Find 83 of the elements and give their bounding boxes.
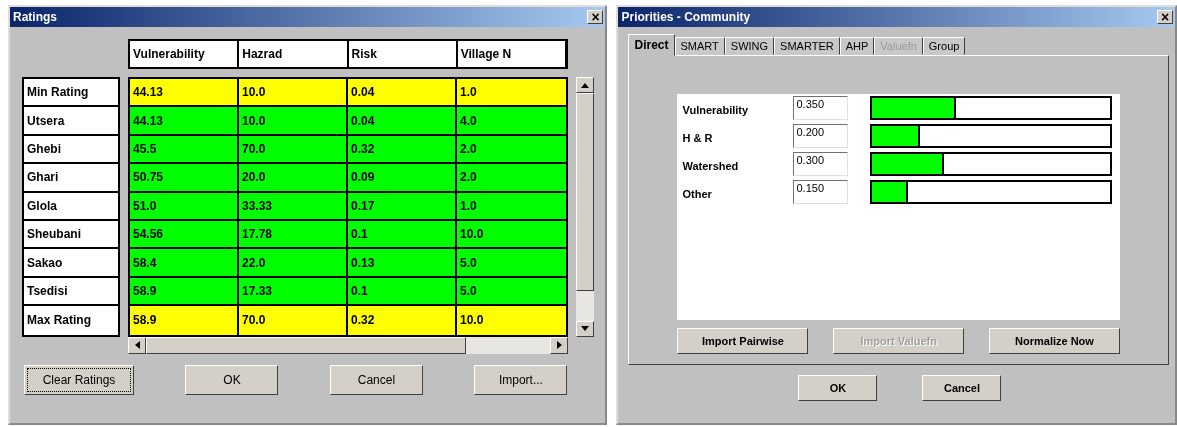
table-cell: 70.0 bbox=[239, 306, 348, 335]
tab[interactable]: SMARTER bbox=[774, 37, 840, 55]
table-cell: 44.13 bbox=[130, 107, 239, 134]
table-cell-text: 4.0 bbox=[459, 112, 478, 130]
tab[interactable]: SWING bbox=[724, 37, 775, 55]
weight-field[interactable]: 0.350 bbox=[793, 96, 849, 120]
tab[interactable]: AHP bbox=[839, 37, 875, 55]
close-button[interactable]: × bbox=[587, 10, 604, 24]
table-cell: 10.0 bbox=[239, 107, 348, 134]
table-cell: 0.32 bbox=[348, 306, 457, 335]
table-cell: 58.9 bbox=[130, 277, 239, 305]
table-cell-text: 5.0 bbox=[459, 254, 478, 272]
table-cell: 17.78 bbox=[239, 220, 348, 248]
dialog-button[interactable]: Cancel bbox=[329, 364, 423, 395]
tab[interactable]: Group bbox=[922, 37, 966, 55]
table-cell: 0.13 bbox=[348, 249, 457, 276]
table-cell: 0.32 bbox=[348, 135, 457, 163]
dialog-button[interactable]: Clear Ratings bbox=[24, 364, 134, 395]
table-cell-text: 10.0 bbox=[459, 226, 485, 244]
table-cell: 51.0 bbox=[130, 192, 239, 219]
table-cell: 45.5 bbox=[130, 135, 239, 163]
row-header: Utsera bbox=[24, 107, 118, 136]
scroll-down-button[interactable] bbox=[576, 320, 594, 337]
criterion-label: Vulnerability bbox=[682, 103, 750, 116]
table-cell: 58.9 bbox=[130, 306, 239, 335]
table-cell: 44.13 bbox=[130, 79, 239, 106]
window-title: Ratings bbox=[13, 10, 57, 24]
table-cell: 0.1 bbox=[348, 220, 457, 248]
table-cell-text: 1.0 bbox=[459, 84, 478, 102]
row-header: Max Rating bbox=[26, 312, 92, 330]
table-cell: 17.33 bbox=[239, 277, 348, 305]
table-cell: 0.1 bbox=[348, 277, 457, 305]
row-header: Sakao bbox=[24, 249, 118, 278]
table-cell: 70.0 bbox=[239, 135, 348, 163]
tab[interactable]: Direct bbox=[628, 34, 675, 56]
column-header: Village N bbox=[457, 41, 567, 67]
table-cell: 20.0 bbox=[239, 164, 348, 191]
criterion-label: Other bbox=[682, 187, 713, 200]
vertical-scrollbar[interactable] bbox=[576, 77, 594, 337]
panel-button[interactable]: Import Pairwise bbox=[677, 328, 809, 354]
column-header: Risk bbox=[348, 41, 458, 67]
table-cell-text: 2.0 bbox=[459, 169, 478, 187]
weight-field[interactable]: 0.150 bbox=[793, 180, 849, 204]
table-cell: 50.75 bbox=[130, 164, 239, 191]
table-cell-text: 2.0 bbox=[459, 140, 478, 158]
close-button[interactable]: × bbox=[1157, 10, 1173, 24]
weight-field[interactable]: 0.300 bbox=[793, 152, 849, 176]
up-arrow-icon bbox=[581, 82, 589, 88]
dialog-button[interactable]: Import... bbox=[474, 364, 568, 395]
table-cell: 0.09 bbox=[348, 164, 457, 191]
tab[interactable]: SMART bbox=[674, 37, 725, 55]
row-header: Min Rating bbox=[24, 79, 118, 108]
table-cell-text: 1.0 bbox=[459, 197, 478, 215]
row-header: Ghari bbox=[24, 164, 118, 193]
row-header: Ghebi bbox=[24, 135, 118, 165]
table-cell: 0.04 bbox=[348, 79, 457, 106]
table-cell: 10.0 bbox=[239, 79, 348, 106]
table-cell: 58.4 bbox=[130, 249, 239, 276]
table-cell: 0.04 bbox=[348, 107, 457, 134]
column-header: Vulnerability bbox=[130, 41, 240, 67]
weight-field[interactable]: 0.200 bbox=[793, 124, 849, 148]
table-cell: 22.0 bbox=[239, 249, 348, 276]
column-header: Hazrad bbox=[239, 41, 349, 67]
table-cell-text: 5.0 bbox=[459, 282, 478, 300]
down-arrow-icon bbox=[581, 326, 589, 331]
dialog-button[interactable]: OK bbox=[185, 364, 279, 395]
dialog-button[interactable]: OK bbox=[798, 375, 878, 401]
dialog-button[interactable]: Cancel bbox=[922, 375, 1002, 401]
table-cell: 33.33 bbox=[239, 192, 348, 219]
row-header: Glola bbox=[24, 192, 118, 221]
row-header: Sheubani bbox=[24, 220, 118, 250]
scroll-thumb[interactable] bbox=[576, 93, 594, 291]
scroll-up-button[interactable] bbox=[576, 77, 594, 93]
table-cell: 54.56 bbox=[130, 220, 239, 248]
row-header: Tsedisi bbox=[24, 277, 118, 307]
table-cell: 0.17 bbox=[348, 192, 457, 219]
left-arrow-icon bbox=[134, 341, 140, 349]
criterion-label: H & R bbox=[682, 131, 714, 144]
criterion-label: Watershed bbox=[682, 159, 740, 172]
panel-button[interactable]: Normalize Now bbox=[989, 328, 1120, 354]
table-cell-text: 10.0 bbox=[459, 312, 485, 330]
right-arrow-icon bbox=[556, 341, 562, 349]
window-title: Priorities - Community bbox=[621, 10, 751, 24]
